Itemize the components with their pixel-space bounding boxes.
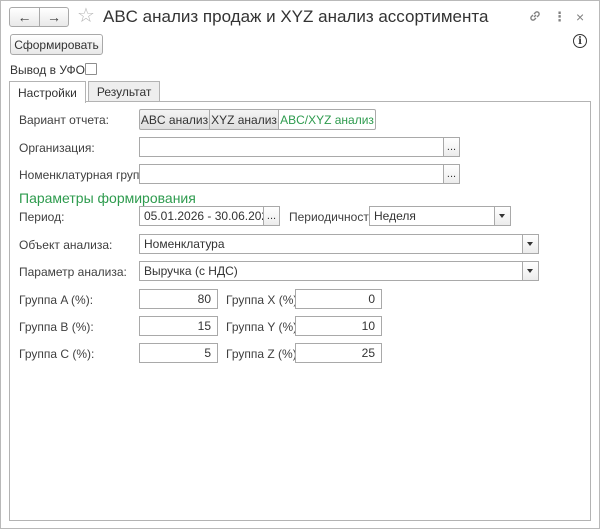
- settings-panel: Вариант отчета: ABC анализ XYZ анализ AB…: [9, 101, 591, 521]
- group-c-label: Группа C (%):: [19, 347, 95, 361]
- variant-abc-xyz-button[interactable]: ABC/XYZ анализ: [278, 109, 376, 130]
- periodicity-label: Периодичность:: [289, 210, 379, 224]
- group-b-label: Группа B (%):: [19, 320, 94, 334]
- analysis-parameter-label: Параметр анализа:: [19, 265, 127, 279]
- analysis-object-select[interactable]: Номенклатура: [139, 234, 523, 254]
- organization-label: Организация:: [19, 141, 95, 155]
- analysis-parameter-dropdown-button[interactable]: [522, 261, 539, 281]
- tab-result[interactable]: Результат: [87, 81, 161, 102]
- analysis-object-dropdown-button[interactable]: [522, 234, 539, 254]
- group-b-input[interactable]: 15: [139, 316, 218, 336]
- arrow-right-icon: →: [46, 9, 61, 25]
- group-x-input[interactable]: 0: [295, 289, 382, 309]
- group-a-input[interactable]: 80: [139, 289, 218, 309]
- period-label: Период:: [19, 210, 65, 224]
- nomenclature-group-label: Номенклатурная группа:: [19, 168, 156, 182]
- nomenclature-group-select-button[interactable]: ...: [443, 164, 460, 184]
- tab-settings[interactable]: Настройки: [9, 81, 86, 103]
- group-y-input[interactable]: 10: [295, 316, 382, 336]
- chevron-down-icon: [527, 242, 533, 246]
- group-z-label: Группа Z (%):: [226, 347, 301, 361]
- title-bar: ← → ☆ ABC анализ продаж и XYZ анализ асс…: [1, 1, 599, 33]
- periodicity-select[interactable]: Неделя: [369, 206, 495, 226]
- chevron-down-icon: [527, 269, 533, 273]
- variant-abc-button[interactable]: ABC анализ: [139, 109, 210, 130]
- section-title: Параметры формирования: [19, 190, 196, 206]
- arrow-left-icon: ←: [17, 9, 32, 25]
- group-y-label: Группа Y (%):: [226, 320, 301, 334]
- group-x-label: Группа X (%):: [226, 293, 301, 307]
- period-select-button[interactable]: ...: [263, 206, 280, 226]
- tab-bar: Настройки Результат: [9, 81, 162, 103]
- back-button[interactable]: ←: [10, 8, 39, 26]
- ufo-label: Вывод в УФО:: [10, 63, 89, 77]
- organization-input[interactable]: [139, 137, 444, 157]
- organization-select-button[interactable]: ...: [443, 137, 460, 157]
- group-a-label: Группа A (%):: [19, 293, 94, 307]
- group-c-input[interactable]: 5: [139, 343, 218, 363]
- forward-button[interactable]: →: [38, 8, 68, 26]
- info-icon[interactable]: i: [573, 34, 587, 48]
- period-input[interactable]: 05.01.2026 - 30.06.2026: [139, 206, 275, 226]
- report-variant-switch: ABC анализ XYZ анализ ABC/XYZ анализ: [139, 109, 376, 130]
- link-icon[interactable]: [528, 9, 542, 27]
- group-z-input[interactable]: 25: [295, 343, 382, 363]
- window-title: ABC анализ продаж и XYZ анализ ассортиме…: [103, 7, 489, 26]
- nomenclature-group-input[interactable]: [139, 164, 444, 184]
- generate-button[interactable]: Сформировать: [10, 34, 103, 55]
- star-icon[interactable]: ☆: [77, 4, 95, 28]
- analysis-object-label: Объект анализа:: [19, 238, 113, 252]
- ufo-checkbox[interactable]: [85, 63, 97, 75]
- variant-xyz-button[interactable]: XYZ анализ: [209, 109, 279, 130]
- report-variant-label: Вариант отчета:: [19, 113, 109, 127]
- report-window: ← → ☆ ABC анализ продаж и XYZ анализ асс…: [0, 0, 600, 529]
- periodicity-dropdown-button[interactable]: [494, 206, 511, 226]
- chevron-down-icon: [499, 214, 505, 218]
- more-vertical-icon[interactable]: ⋮: [553, 9, 566, 25]
- close-icon[interactable]: ×: [576, 9, 584, 25]
- navigation-buttons: ← →: [9, 7, 69, 27]
- analysis-parameter-select[interactable]: Выручка (с НДС): [139, 261, 523, 281]
